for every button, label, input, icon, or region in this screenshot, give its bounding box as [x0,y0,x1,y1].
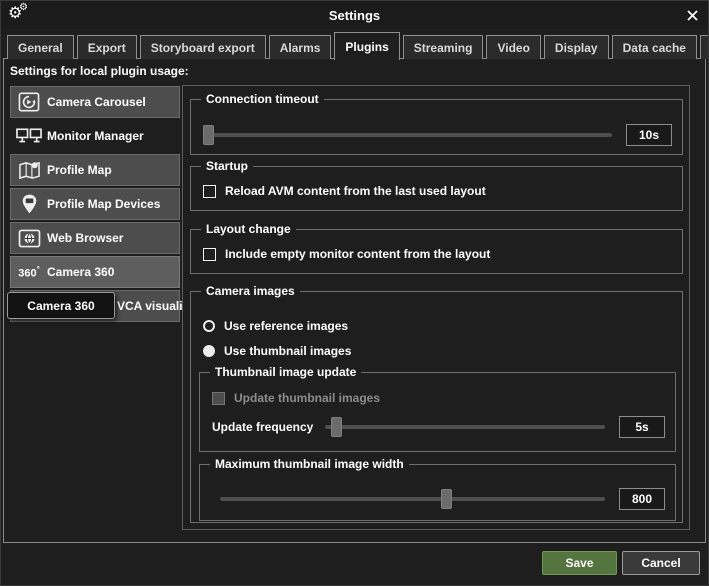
sidebar-item-monitor-manager[interactable]: Monitor Manager [10,120,180,152]
camera-360-icon: 360° [11,265,47,280]
gears-icon: ⚙ ⚙ [8,5,32,25]
sidebar-item-label: Profile Map Devices [47,197,160,211]
update-thumbnail-images-checkbox [212,392,225,405]
tab-export[interactable]: Export [77,35,137,59]
camera-images-group: Camera images Use reference images Use t… [190,291,683,523]
camera-360-tooltip: Camera 360 [7,292,115,319]
cancel-button[interactable]: Cancel [622,551,700,575]
monitor-manager-icon [11,128,47,145]
group-title: Thumbnail image update [210,365,361,379]
sidebar-item-label: Monitor Manager [47,129,144,143]
plugin-settings-panel: Connection timeout 10s Startup Reload AV… [182,85,690,530]
tab-streaming[interactable]: Streaming [403,35,484,59]
sidebar-item-camera-carousel[interactable]: Camera Carousel [10,86,180,118]
plugin-list: Camera Carousel Monitor Manager [10,86,180,324]
checkbox-label: Include empty monitor content from the l… [225,247,490,261]
dialog-footer: Save Cancel [542,551,700,575]
update-frequency-label: Update frequency [212,420,313,434]
sidebar-item-profile-map[interactable]: Profile Map [10,154,180,186]
group-title: Connection timeout [201,92,324,106]
group-title: Layout change [201,222,296,236]
save-button[interactable]: Save [542,551,617,575]
sidebar-item-camera-360[interactable]: 360° Camera 360 [10,256,180,288]
tab-display[interactable]: Display [544,35,609,59]
profile-map-devices-icon [11,193,47,215]
sidebar-item-label: Web Browser [47,231,123,245]
include-empty-monitor-checkbox[interactable] [203,248,216,261]
group-title: Startup [201,159,253,173]
update-frequency-slider[interactable] [325,417,605,437]
tab-alarms[interactable]: Alarms [269,35,332,59]
title-bar: ⚙ ⚙ Settings [1,1,708,29]
slider-handle[interactable] [203,125,214,145]
tab-plugins[interactable]: Plugins [334,32,399,60]
plugins-tab-page: Settings for local plugin usage: Camera … [3,58,706,543]
tab-video[interactable]: Video [486,35,540,59]
sidebar-item-label: Camera Carousel [47,95,146,109]
slider-handle[interactable] [331,417,342,437]
radio-label: Use reference images [224,319,348,333]
tab-data-cache[interactable]: Data cache [612,35,697,59]
use-reference-images-radio[interactable] [203,320,215,332]
close-icon[interactable] [684,7,700,23]
group-title: Maximum thumbnail image width [210,457,409,471]
camera-carousel-icon [11,92,47,112]
sidebar-item-web-browser[interactable]: Web Browser [10,222,180,254]
update-frequency-value: 5s [619,416,665,438]
tab-general[interactable]: General [7,35,74,59]
checkbox-label: Update thumbnail images [234,391,380,405]
tab-storyboard-export[interactable]: Storyboard export [140,35,266,59]
sidebar-heading: Settings for local plugin usage: [10,64,189,78]
web-browser-icon [11,229,47,248]
maximum-thumbnail-width-group: Maximum thumbnail image width 800 [199,464,676,521]
startup-group: Startup Reload AVM content from the last… [190,166,683,211]
tab-advanced[interactable]: Advanced [700,35,709,59]
connection-timeout-slider[interactable] [203,125,612,145]
settings-window: ⚙ ⚙ Settings General Export Storyboard e… [0,0,709,586]
thumbnail-image-update-group: Thumbnail image update Update thumbnail … [199,372,676,452]
checkbox-label: Reload AVM content from the last used la… [225,184,486,198]
use-thumbnail-images-radio[interactable] [203,345,215,357]
maximum-thumbnail-width-value: 800 [619,488,665,510]
connection-timeout-group: Connection timeout 10s [190,99,683,155]
window-title: Settings [1,8,708,23]
sidebar-item-label: Profile Map [47,163,112,177]
slider-handle[interactable] [441,489,452,509]
radio-label: Use thumbnail images [224,344,351,358]
tab-bar: General Export Storyboard export Alarms … [7,31,709,59]
layout-change-group: Layout change Include empty monitor cont… [190,229,683,274]
maximum-thumbnail-width-slider[interactable] [220,489,605,509]
connection-timeout-value: 10s [626,124,672,146]
profile-map-icon [11,160,47,181]
sidebar-item-label: Camera 360 [47,265,114,279]
group-title: Camera images [201,284,300,298]
reload-avm-checkbox[interactable] [203,185,216,198]
sidebar-item-profile-map-devices[interactable]: Profile Map Devices [10,188,180,220]
